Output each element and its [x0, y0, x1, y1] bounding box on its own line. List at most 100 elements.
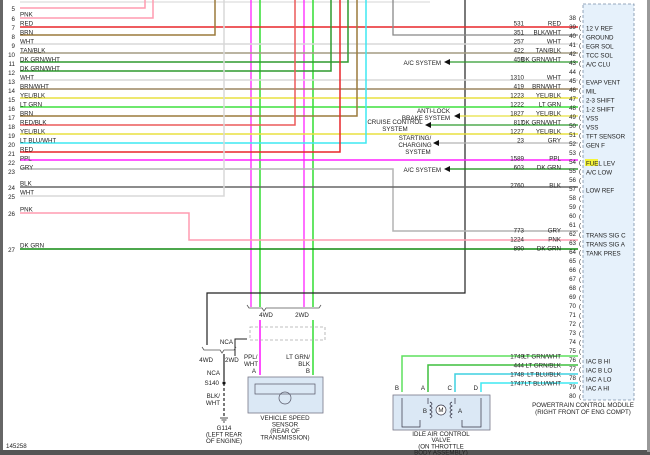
pin-number: 44 — [569, 69, 576, 76]
vss-wire-a-label: PPL/ — [244, 354, 258, 361]
ground-icon — [220, 417, 228, 423]
pin-number: 77 — [569, 366, 576, 373]
pin-number: 38 — [569, 15, 576, 22]
pin-number: 55 — [569, 168, 576, 175]
row-number: 27 — [8, 247, 15, 254]
pin-number: 65 — [569, 258, 576, 265]
wire-color-label: RED — [20, 21, 34, 28]
pin-function: TCC SOL — [586, 53, 613, 60]
pin-number: 47 — [569, 96, 576, 103]
circuit-number: 531 — [514, 21, 525, 28]
circuit-number: 1827 — [510, 111, 524, 118]
pin-function: A/C CLU — [586, 62, 610, 69]
circuit-color: LT GRN/WHT — [523, 354, 561, 361]
wire-color-label: RED/BLK — [20, 120, 47, 127]
charging-label: STARTING/ — [399, 135, 432, 142]
wiring-diagram: 56PNK7RED8BRN9WHT10TAN/BLK11DK GRN/WHT12… — [0, 0, 650, 455]
arrow-left-icon — [454, 113, 460, 119]
wire-color-label: BRN — [20, 30, 33, 37]
motor-label: M — [438, 407, 443, 414]
ground-name: OF ENGINE) — [206, 438, 242, 445]
row-number: 8 — [12, 34, 16, 41]
circuit-number: 419 — [514, 84, 525, 91]
pin-function: TANK PRES — [586, 251, 621, 258]
pin-connector-icon: ( — [579, 88, 582, 95]
row-number: 11 — [9, 61, 16, 68]
pin-connector-icon: ( — [579, 106, 582, 113]
pin-connector-icon: ( — [579, 160, 582, 167]
pin-number: 52 — [569, 141, 576, 148]
wire-color-label: YEL/BLK — [20, 93, 46, 100]
wire-color-label: PNK — [20, 207, 34, 214]
pin-number: 67 — [569, 276, 576, 283]
nca-label: NCA — [220, 339, 234, 346]
pin-connector-icon: ( — [579, 34, 582, 41]
pin-connector-icon: ( — [579, 259, 582, 266]
pin-function: VSS — [586, 125, 598, 132]
vss-sensor-body — [247, 376, 324, 414]
pin-connector-icon: ( — [579, 25, 582, 32]
circuit-color: YEL/BLK — [536, 129, 562, 136]
circuit-number: 1310 — [510, 75, 524, 82]
wire-color-label: BRN — [20, 111, 33, 118]
row-number: 18 — [8, 124, 15, 131]
pin-number: 70 — [569, 303, 576, 310]
circuit-number: 351 — [514, 30, 525, 37]
pcm-location: (RIGHT FRONT OF ENG COMPT) — [535, 409, 631, 416]
circuit-number: 23 — [517, 138, 524, 145]
circuit-color: YEL/BLK — [536, 93, 562, 100]
pin-function: GROUND — [586, 35, 614, 42]
pin-connector-icon: ( — [579, 385, 582, 392]
cruise-label: CRUISE CONTROL — [367, 119, 423, 126]
pin-number: 51 — [569, 132, 576, 139]
vss-wire-b-label: LT GRN/ — [286, 354, 310, 361]
wire-color-label: WHT — [20, 75, 34, 82]
pin-connector-icon: ( — [579, 331, 582, 338]
vss-pin-b: B — [306, 368, 310, 375]
pin-connector-icon: ( — [579, 376, 582, 383]
circuit-color: BRN/WHT — [532, 84, 561, 91]
wire-color-label: RED — [20, 147, 34, 154]
pin-connector-icon: ( — [579, 196, 582, 203]
row-number: 13 — [8, 79, 15, 86]
pin-connector-icon: ( — [579, 97, 582, 104]
pin-number: 74 — [569, 339, 576, 346]
pin-number: 45 — [569, 78, 576, 85]
label-4wd: 4WD — [259, 312, 273, 319]
pin-connector-icon: ( — [579, 115, 582, 122]
ac-system-label: A/C SYSTEM — [404, 167, 441, 174]
pin-number: 56 — [569, 177, 576, 184]
row-number: 9 — [12, 43, 16, 50]
pin-number: 48 — [569, 105, 576, 112]
pin-connector-icon: ( — [579, 187, 582, 194]
pin-connector-icon: ( — [579, 277, 582, 284]
pin-function: GEN F — [586, 143, 605, 150]
left-wire-5 — [20, 0, 146, 9]
brace-ground — [201, 346, 237, 354]
pin-connector-icon: ( — [579, 178, 582, 185]
pin-number: 54 — [569, 159, 576, 166]
pin-connector-icon: ( — [579, 232, 582, 239]
pin-number: 40 — [569, 33, 576, 40]
wire-color-label: LT GRN — [20, 102, 42, 109]
pin-function: 12 V REF — [586, 26, 613, 33]
row-number: 17 — [8, 115, 15, 122]
pin-number: 69 — [569, 294, 576, 301]
circuit-color: TAN/BLK — [536, 48, 562, 55]
pin-number: 60 — [569, 213, 576, 220]
pin-connector-icon: ( — [579, 61, 582, 68]
pin-function: A/C LOW — [586, 170, 612, 177]
figure-id: 145258 — [6, 443, 27, 450]
pin-function: EVAP VENT — [586, 80, 620, 87]
circuit-color: PPL — [549, 156, 561, 163]
pin-connector-icon: ( — [579, 43, 582, 50]
iac-pin-label: A — [421, 385, 426, 392]
iac-pin-label: B — [395, 385, 399, 392]
abs-label: ANTI-LOCK — [417, 108, 451, 115]
pin-connector-icon: ( — [579, 295, 582, 302]
pin-connector-icon: ( — [579, 169, 582, 176]
circuit-number: 1224 — [510, 237, 524, 244]
row-number: 6 — [12, 16, 16, 23]
circuit-color: DK GRN/WHT — [521, 57, 561, 64]
circuit-number: 1747 — [510, 381, 524, 388]
